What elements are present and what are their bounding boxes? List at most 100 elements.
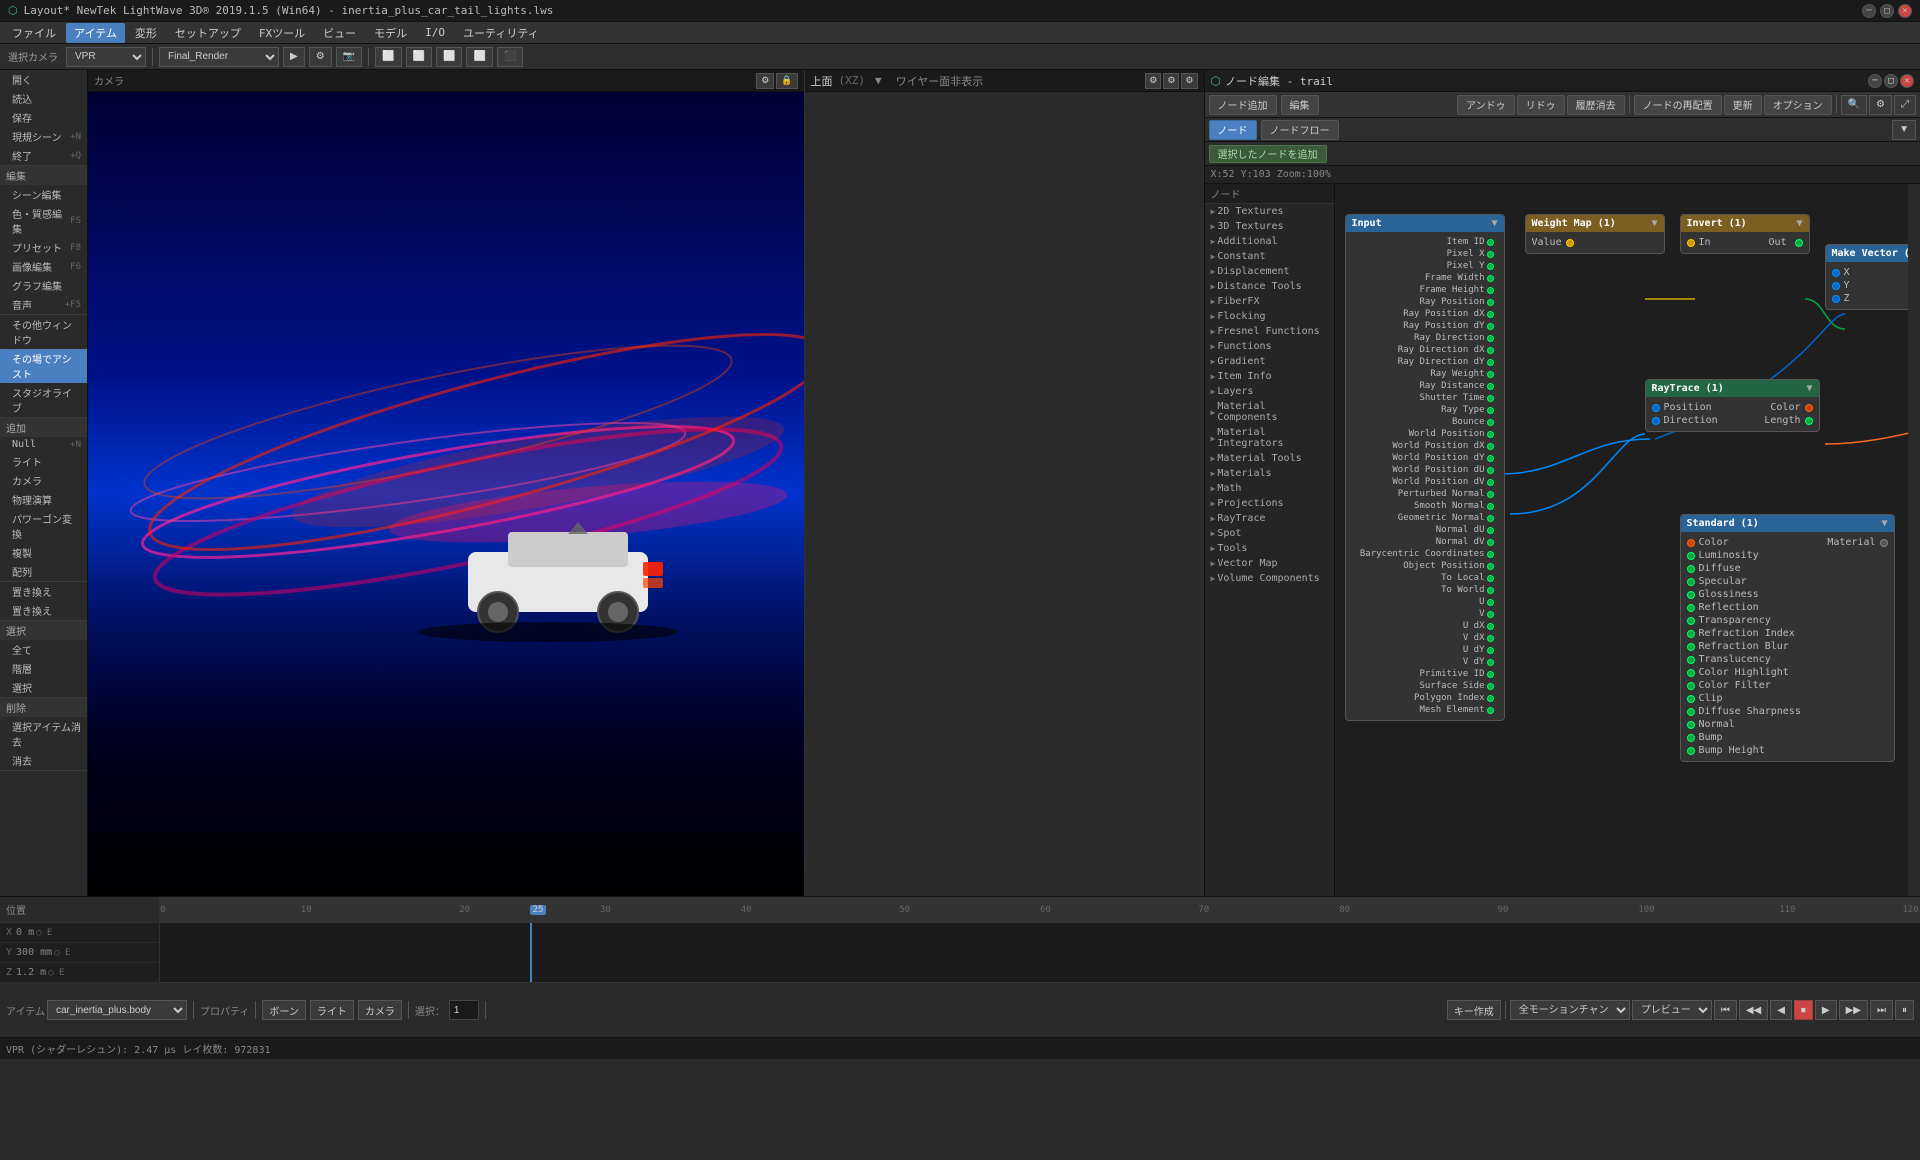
- node-cat-materials[interactable]: Materials: [1205, 466, 1334, 481]
- invert-expand[interactable]: ▼: [1796, 218, 1802, 229]
- menu-duplicate[interactable]: 複製: [0, 543, 87, 562]
- menu-utility[interactable]: ユーティリティ: [455, 23, 547, 43]
- node-cat-tools[interactable]: Tools: [1205, 541, 1334, 556]
- preview-select[interactable]: プレビュー: [1632, 1000, 1712, 1020]
- close-button[interactable]: ✕: [1898, 4, 1912, 18]
- camera-btn-tl[interactable]: カメラ: [358, 1000, 402, 1020]
- node-cat-constant[interactable]: Constant: [1205, 249, 1334, 264]
- raytrace-expand[interactable]: ▼: [1806, 383, 1812, 394]
- node-cat-spot[interactable]: Spot: [1205, 526, 1334, 541]
- view-btn-1[interactable]: ⬜: [375, 47, 401, 67]
- viewport-settings[interactable]: ⚙: [756, 73, 774, 89]
- menu-save[interactable]: 保存: [0, 108, 87, 127]
- node-undo-btn[interactable]: アンドゥ: [1457, 95, 1515, 115]
- menu-import[interactable]: 読込: [0, 89, 87, 108]
- viewport-lock[interactable]: 🔒: [776, 73, 797, 89]
- play-end-btn[interactable]: ⏭: [1870, 1000, 1893, 1020]
- camera-select[interactable]: VPR: [66, 47, 146, 67]
- menu-file[interactable]: ファイル: [4, 23, 64, 43]
- play-fwd-btn[interactable]: ▶▶: [1839, 1000, 1868, 1020]
- light-btn[interactable]: ライト: [310, 1000, 354, 1020]
- menu-power-gon[interactable]: パワーゴン変換: [0, 509, 87, 543]
- selection-value[interactable]: [449, 1000, 479, 1020]
- menu-light[interactable]: ライト: [0, 452, 87, 471]
- view-btn-4[interactable]: ⬜: [466, 47, 492, 67]
- menu-delete-selected[interactable]: 選択アイテム消去: [0, 717, 87, 751]
- node-cat-displacement[interactable]: Displacement: [1205, 264, 1334, 279]
- menu-scene-edit[interactable]: シーン編集: [0, 185, 87, 204]
- node-cat-distance-tools[interactable]: Distance Tools: [1205, 279, 1334, 294]
- menu-select-all[interactable]: 全て: [0, 640, 87, 659]
- bone-btn[interactable]: ボーン: [262, 1000, 306, 1020]
- makevector-node[interactable]: Make Vector (1) ▼ X Vector Y: [1825, 244, 1920, 310]
- node-cat-mat-components[interactable]: Material Components: [1205, 399, 1334, 425]
- node-cat-additional[interactable]: Additional: [1205, 234, 1334, 249]
- node-cat-mat-integrators[interactable]: Material Integrators: [1205, 425, 1334, 451]
- render-btn-1[interactable]: ▶: [283, 47, 305, 67]
- node-cat-fiberfx[interactable]: FiberFX: [1205, 294, 1334, 309]
- right-viewport-btn2[interactable]: ⚙: [1163, 73, 1179, 89]
- menu-io[interactable]: I/O: [417, 24, 453, 41]
- play-stop-btn[interactable]: ⏹: [1794, 1000, 1813, 1020]
- render-select[interactable]: Final_Render: [159, 47, 279, 67]
- menu-graph-edit[interactable]: グラフ編集: [0, 276, 87, 295]
- menu-surface-edit[interactable]: 色・質感編集FS: [0, 204, 87, 238]
- node-editor-close[interactable]: ✕: [1900, 74, 1914, 88]
- menu-view[interactable]: ビュー: [315, 23, 364, 43]
- maximize-button[interactable]: □: [1880, 4, 1894, 18]
- add-selected-node-btn[interactable]: 選択したノードを追加: [1209, 145, 1327, 163]
- render-btn-3[interactable]: 📷: [336, 47, 362, 67]
- right-viewport-btn3[interactable]: ⚙: [1181, 73, 1197, 89]
- node-canvas[interactable]: Input ▼ Item ID Pixel X Pixel Y Frame Wi…: [1335, 184, 1920, 896]
- menu-null[interactable]: Null+N: [0, 437, 87, 452]
- node-cat-item-info[interactable]: Item Info: [1205, 369, 1334, 384]
- menu-item[interactable]: アイテム: [66, 23, 125, 43]
- view-btn-3[interactable]: ⬜: [436, 47, 462, 67]
- node-cat-flocking[interactable]: Flocking: [1205, 309, 1334, 324]
- node-editor-minimize[interactable]: ─: [1868, 74, 1882, 88]
- menu-new-scene[interactable]: 現規シーン+N: [0, 127, 87, 146]
- invert-node[interactable]: Invert (1) ▼ In Out: [1680, 214, 1810, 254]
- right-viewport-btn1[interactable]: ⚙: [1145, 73, 1161, 89]
- pause-btn[interactable]: ⏸: [1895, 1000, 1914, 1020]
- view-btn-5[interactable]: ⬛: [497, 47, 523, 67]
- node-update-btn[interactable]: 更新: [1724, 95, 1762, 115]
- node-cat-3dtex[interactable]: 3D Textures: [1205, 219, 1334, 234]
- play-step-fwd-btn[interactable]: ▶: [1815, 1000, 1837, 1020]
- menu-open[interactable]: 開く: [0, 70, 87, 89]
- input-node-expand[interactable]: ▼: [1491, 218, 1497, 229]
- node-clear-history-btn[interactable]: 履歴消去: [1567, 95, 1625, 115]
- menu-replace2[interactable]: 置き換え: [0, 601, 87, 620]
- node-options-btn[interactable]: オプション: [1764, 95, 1832, 115]
- menu-image-edit[interactable]: 画像編集F6: [0, 257, 87, 276]
- motion-type-select[interactable]: 全モーションチャン: [1510, 1000, 1630, 1020]
- menu-transform[interactable]: 変形: [127, 23, 165, 43]
- standard-node[interactable]: Standard (1) ▼ Color Material Luminosity: [1680, 514, 1895, 762]
- menu-studio-live[interactable]: スタジオライブ: [0, 383, 87, 417]
- node-cat-math[interactable]: Math: [1205, 481, 1334, 496]
- minimize-button[interactable]: ─: [1862, 4, 1876, 18]
- raytrace-node[interactable]: RayTrace (1) ▼ Position Color Direction: [1645, 379, 1820, 432]
- node-cat-gradient[interactable]: Gradient: [1205, 354, 1334, 369]
- menu-assist[interactable]: その場でアシスト: [0, 349, 87, 383]
- play-step-back-btn[interactable]: ◀: [1770, 1000, 1792, 1020]
- node-expand-btn[interactable]: ⤢: [1894, 95, 1916, 115]
- right-viewport-content[interactable]: [805, 92, 1204, 896]
- menu-audio[interactable]: 音声+F5: [0, 295, 87, 314]
- node-cat-layers[interactable]: Layers: [1205, 384, 1334, 399]
- node-cat-mat-tools[interactable]: Material Tools: [1205, 451, 1334, 466]
- node-cat-vector-map[interactable]: Vector Map: [1205, 556, 1334, 571]
- standard-expand[interactable]: ▼: [1881, 518, 1887, 529]
- node-editor-maximize[interactable]: □: [1884, 74, 1898, 88]
- node-cat-fresnel[interactable]: Fresnel Functions: [1205, 324, 1334, 339]
- node-gear-btn[interactable]: ⚙: [1869, 95, 1892, 115]
- menu-preset[interactable]: プリセットF8: [0, 238, 87, 257]
- menu-delete[interactable]: 消去: [0, 751, 87, 770]
- menu-physics[interactable]: 物理演算: [0, 490, 87, 509]
- play-prev-btn[interactable]: ◀◀: [1739, 1000, 1768, 1020]
- node-cat-functions[interactable]: Functions: [1205, 339, 1334, 354]
- node-rearrange-btn[interactable]: ノードの再配置: [1634, 95, 1722, 115]
- viewport-content[interactable]: [88, 92, 804, 896]
- menu-setup[interactable]: セットアップ: [167, 23, 249, 43]
- node-cat-projections[interactable]: Projections: [1205, 496, 1334, 511]
